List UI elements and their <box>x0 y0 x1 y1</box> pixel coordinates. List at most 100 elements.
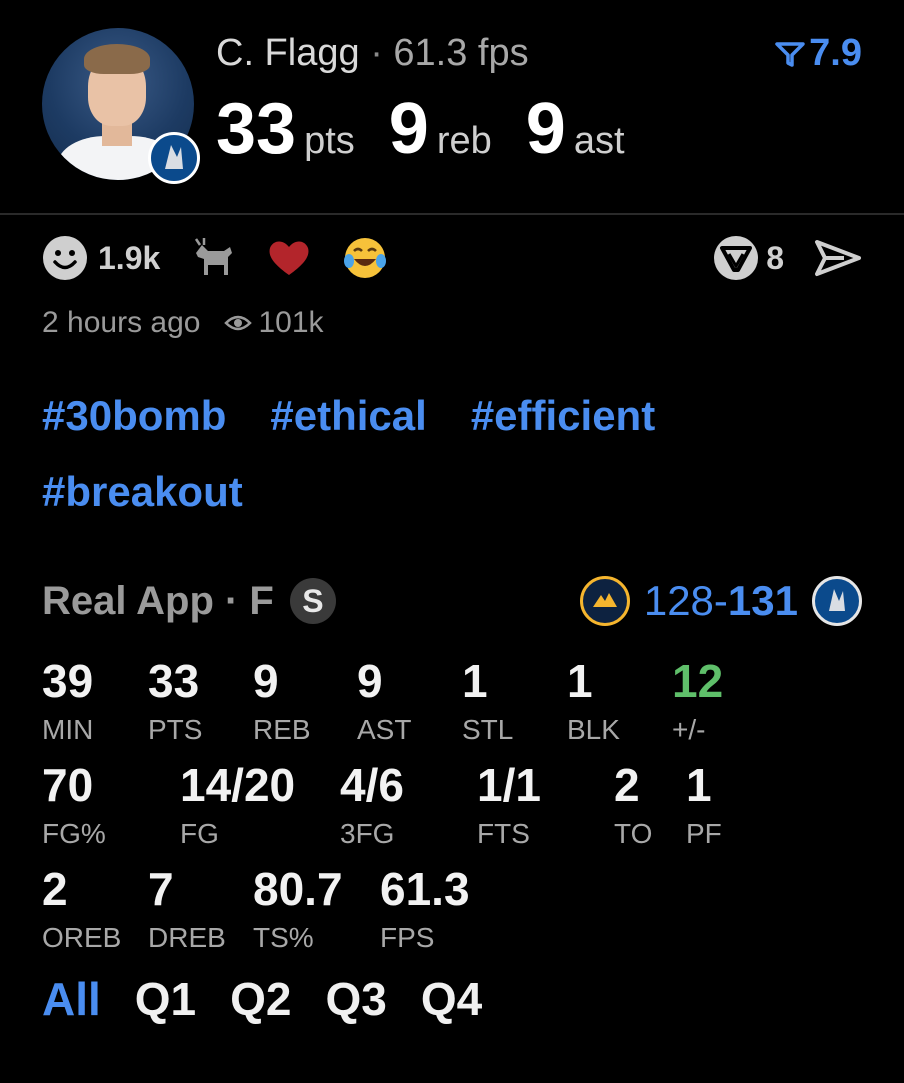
stat-label: AST <box>357 714 412 745</box>
goat-icon[interactable] <box>190 235 236 281</box>
stat-label: TS% <box>253 922 314 953</box>
stat-value: 2 <box>614 759 640 811</box>
score-dash: - <box>713 577 728 624</box>
stat-fts: 1/1 FTS <box>477 762 541 850</box>
stat-value: 1 <box>462 655 488 707</box>
stat-label: FPS <box>380 922 435 953</box>
rating-funnel-icon <box>775 41 805 67</box>
headline-ast-unit: ast <box>573 120 625 162</box>
stat-pts: 33 PTS <box>148 658 202 746</box>
stat-ast: 9 AST <box>357 658 411 746</box>
comment-shield-icon[interactable] <box>712 234 760 282</box>
hashtag[interactable]: #ethical <box>270 395 426 437</box>
stat-reb: 9 REB <box>253 658 311 746</box>
stat-ts-pct: 80.7 TS% <box>253 866 343 954</box>
stat-label: TO <box>614 818 653 849</box>
game-score[interactable]: 128 - 131 <box>579 576 862 626</box>
stat-pf: 1 PF <box>686 762 722 850</box>
stat-label: FTS <box>477 818 530 849</box>
stat-dreb: 7 DREB <box>148 866 226 954</box>
stat-plus-minus: 12 +/- <box>672 658 723 746</box>
stat-value: 9 <box>253 655 279 707</box>
smile-icon[interactable] <box>42 235 88 281</box>
stat-blk: 1 BLK <box>567 658 620 746</box>
game-source-line: Real App · F S <box>42 578 336 624</box>
player-name[interactable]: C. Flagg <box>216 32 360 74</box>
stat-value: 70 <box>42 759 94 811</box>
stat-to: 2 TO <box>614 762 652 850</box>
headline-pts-unit: pts <box>304 120 355 162</box>
mavericks-logo-icon <box>812 576 862 626</box>
stat-label: PTS <box>148 714 203 745</box>
stat-min: 39 MIN <box>42 658 93 746</box>
post-meta: 2 hours ago 101k <box>42 306 324 340</box>
stat-label: DREB <box>148 922 226 953</box>
tab-q2[interactable]: Q2 <box>230 972 291 1026</box>
status-badge: S <box>289 578 336 624</box>
tab-q3[interactable]: Q3 <box>326 972 387 1026</box>
separator: · <box>370 32 383 74</box>
eye-icon <box>224 315 253 331</box>
tab-q4[interactable]: Q4 <box>421 972 482 1026</box>
smile-count: 1.9k <box>98 239 161 276</box>
stat-label: FG <box>180 818 219 849</box>
mavericks-logo-icon <box>148 132 200 184</box>
stat-label: REB <box>253 714 311 745</box>
share-send-icon[interactable] <box>814 238 862 278</box>
laugh-cry-icon[interactable] <box>342 235 388 281</box>
stat-value: 1 <box>567 655 593 707</box>
headline-reb-value: 9 <box>388 89 429 169</box>
tab-all[interactable]: All <box>42 972 101 1026</box>
heart-icon[interactable] <box>266 235 312 281</box>
stat-value: 12 <box>672 655 724 707</box>
stat-value: 61.3 <box>380 863 470 915</box>
stat-label: FG% <box>42 818 106 849</box>
score-team: 131 <box>727 577 798 624</box>
stat-fg: 14/20 FG <box>180 762 295 850</box>
headline-pts-value: 33 <box>216 89 297 169</box>
stat-value: 80.7 <box>253 863 343 915</box>
stat-value: 1/1 <box>477 759 541 811</box>
stat-label: 3FG <box>340 818 395 849</box>
stat-oreb: 2 OREB <box>42 866 121 954</box>
stat-label: PF <box>686 818 722 849</box>
header-divider <box>0 213 904 215</box>
stat-stl: 1 STL <box>462 658 513 746</box>
views-count: 101k <box>258 306 324 339</box>
rating-badge[interactable]: 7.9 <box>775 32 862 75</box>
hashtag[interactable]: #30bomb <box>42 395 226 437</box>
post-actions: 8 <box>712 234 862 282</box>
stat-value: 7 <box>148 863 174 915</box>
headline-reb-unit: reb <box>436 120 492 162</box>
tab-q1[interactable]: Q1 <box>135 972 196 1026</box>
source-label: Real App · F <box>42 578 274 623</box>
avatar-hair <box>84 44 150 74</box>
player-title-line[interactable]: C. Flagg · 61.3 fps <box>216 32 529 75</box>
stat-value: 14/20 <box>180 759 296 811</box>
score-opponent: 128 <box>643 577 714 624</box>
stat-fg-pct: 70 FG% <box>42 762 106 850</box>
stat-label: STL <box>462 714 514 745</box>
stat-value: 33 <box>148 655 200 707</box>
headline-ast-value: 9 <box>525 89 566 169</box>
rating-value: 7.9 <box>809 32 862 74</box>
hashtag[interactable]: #breakout <box>42 471 243 513</box>
stat-3fg: 4/6 3FG <box>340 762 404 850</box>
reactions-bar: 1.9k <box>42 234 418 282</box>
views: 101k <box>224 306 324 340</box>
quarter-tabs: All Q1 Q2 Q3 Q4 <box>42 972 482 1026</box>
time-ago: 2 hours ago <box>42 306 201 339</box>
stat-value: 9 <box>357 655 383 707</box>
stat-value: 4/6 <box>340 759 404 811</box>
comment-count: 8 <box>766 239 784 276</box>
stat-label: BLK <box>567 714 620 745</box>
nuggets-logo-icon <box>579 576 630 626</box>
stat-value: 39 <box>42 655 94 707</box>
stat-label: +/- <box>672 714 706 745</box>
stat-label: MIN <box>42 714 94 745</box>
headline-statline: 33 pts 9 reb 9 ast <box>216 88 659 170</box>
stat-fps: 61.3 FPS <box>380 866 470 954</box>
hashtag-list: #30bomb #ethical #efficient #breakout <box>42 395 862 513</box>
hashtag[interactable]: #efficient <box>471 395 655 437</box>
stat-value: 2 <box>42 863 68 915</box>
